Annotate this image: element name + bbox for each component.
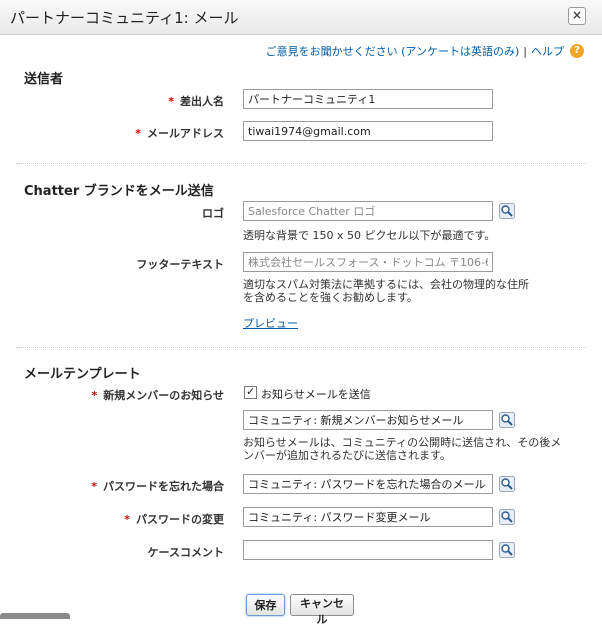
window-scroll-tab [0,613,70,619]
change-password-lookup-icon[interactable] [499,509,515,525]
feedback-link[interactable]: ご意見をお聞かせください (アンケートは英語のみ) [266,43,520,59]
logo-hint: 透明な背景で 150 x 50 ピクセル以下が最適です。 [243,229,496,242]
logo-input[interactable] [243,201,493,221]
link-separator: | [523,44,527,58]
top-links: ご意見をお聞かせください (アンケートは英語のみ) | ヘルプ ? [266,43,584,59]
required-mark: * [91,389,98,402]
help-link[interactable]: ヘルプ [531,43,564,59]
footer-hint-line-2: を含めることを強くお勧めします。 [243,291,418,304]
required-mark: * [91,480,97,493]
new-member-template-input[interactable] [243,410,493,430]
case-comment-label: ケースコメント [147,546,224,559]
sender-heading: 送信者 [24,72,64,87]
from-name-input[interactable] [243,89,493,109]
required-mark: * [135,127,141,140]
new-member-lookup-icon[interactable] [499,412,515,428]
new-member-hint-line-2: ンバーが追加されるたびに送信されます。 [243,449,451,462]
change-password-template-input[interactable] [243,507,493,527]
checkmark-icon: ✓ [246,385,256,398]
cancel-button[interactable]: キャンセル [290,594,354,626]
new-member-label: * 新規メンバーのお知らせ [91,389,224,402]
section-divider [16,347,586,348]
footer-label: フッターテキスト [136,258,224,271]
email-label: * メールアドレス [135,127,224,140]
case-comment-template-input[interactable] [243,540,493,560]
case-comment-lookup-icon[interactable] [499,542,515,558]
send-welcome-label: お知らせメールを送信 [261,388,371,401]
logo-label: ロゴ [202,207,224,220]
footer-hint-line-1: 適切なスパム対策法に準拠するには、会社の物理的な住所 [243,278,529,291]
from-name-label: * 差出人名 [168,95,224,108]
new-member-hint-line-1: お知らせメールは、コミュニティの公開時に送信され、その後メ [243,436,562,449]
dialog-title: パートナーコミュニティ1: メール [10,9,239,27]
help-icon[interactable]: ? [570,44,584,58]
email-input[interactable] [243,121,493,141]
forgot-password-lookup-icon[interactable] [499,476,515,492]
save-button[interactable]: 保存 [246,594,285,616]
preview-link[interactable]: プレビュー [243,315,298,331]
section-divider [16,163,586,164]
forgot-password-template-input[interactable] [243,474,493,494]
close-icon: × [572,8,583,22]
change-password-label: * パスワードの変更 [124,513,224,526]
forgot-password-label: * パスワードを忘れた場合 [91,480,224,493]
templates-heading: メールテンプレート [24,367,141,382]
branding-heading: Chatter ブランドをメール送信 [24,184,214,199]
dialog-titlebar: パートナーコミュニティ1: メール × [0,0,602,35]
footer-input[interactable] [243,252,493,272]
required-mark: * [168,95,174,108]
send-welcome-checkbox[interactable]: ✓ [244,385,257,399]
required-mark: * [124,513,130,526]
logo-lookup-icon[interactable] [499,203,515,219]
close-button[interactable]: × [568,7,586,25]
